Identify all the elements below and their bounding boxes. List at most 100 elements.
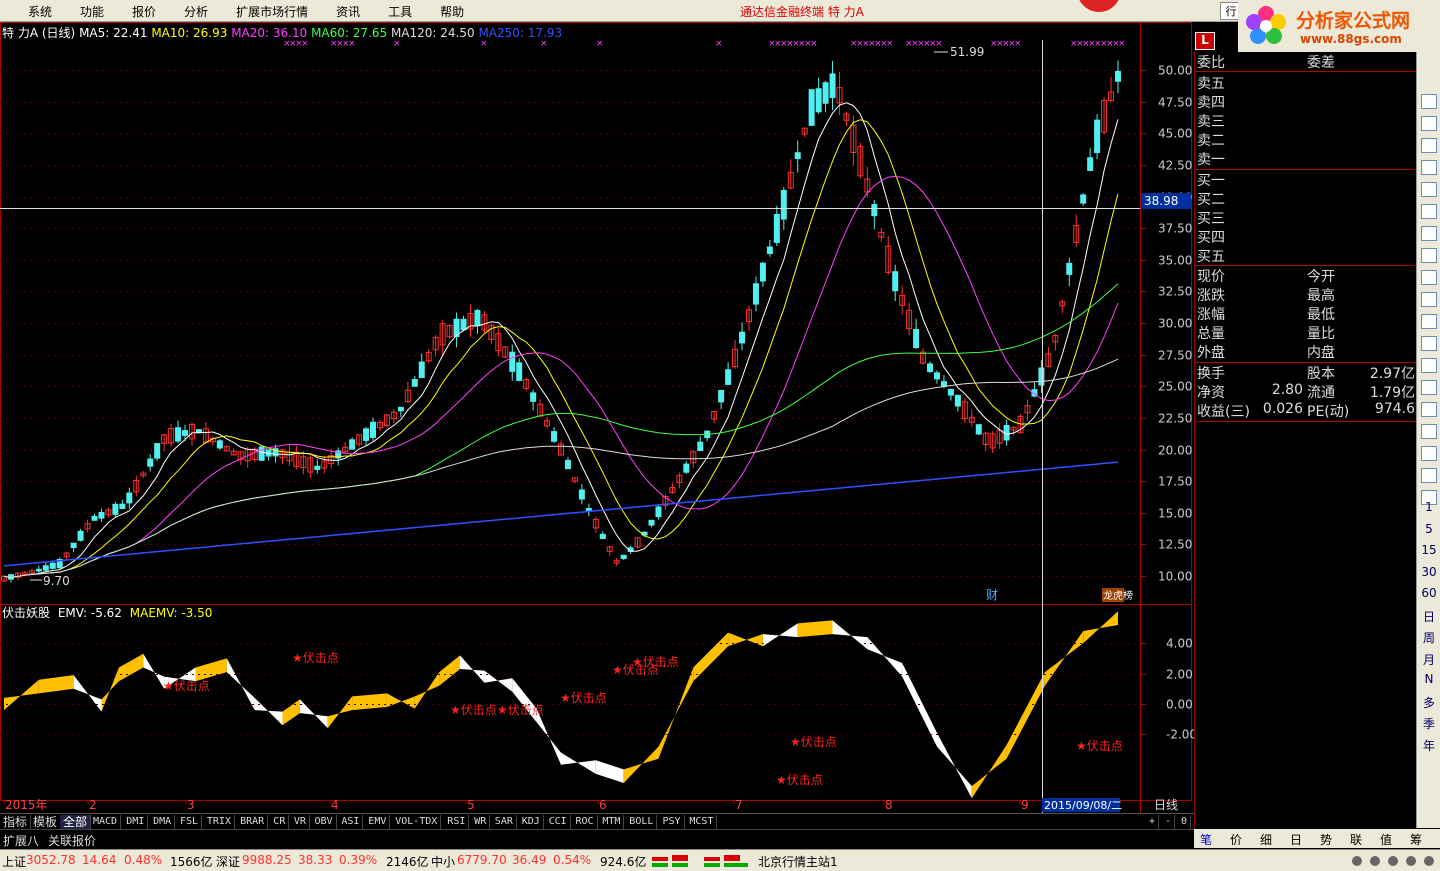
period-button-11[interactable]: 年 [1417, 737, 1440, 754]
ambush-signal: ★伏击点 [1076, 739, 1123, 753]
quote-row: 总量 量比 [1195, 323, 1417, 342]
toolbar-tool-icon[interactable] [1421, 226, 1437, 241]
signal-x-marker: × [810, 39, 818, 49]
menu-function[interactable]: 功能 [80, 3, 104, 20]
period-button-2[interactable]: 15 [1417, 543, 1440, 557]
period-button-4[interactable]: 60 [1417, 586, 1440, 600]
finance-marker[interactable]: 财 [986, 588, 998, 602]
indicator-tab-6[interactable]: FSL [177, 815, 203, 829]
indicator-tab-19[interactable]: CCI [546, 815, 571, 829]
indicator-tab-7[interactable]: TRIX [204, 815, 235, 829]
period-button-6[interactable]: 周 [1417, 629, 1440, 646]
billboard-marker[interactable]: 龙虎榜 [1103, 589, 1133, 602]
toolbar-tool-icon[interactable] [1421, 424, 1437, 439]
main-menu: 系统 功能 报价 分析 扩展市场行情 资讯 工具 帮助 [0, 3, 464, 20]
menu-system[interactable]: 系统 [28, 3, 52, 20]
toolbar-tool-icon[interactable] [1421, 446, 1437, 461]
menu-tools[interactable]: 工具 [388, 3, 412, 20]
detail-tab-1[interactable]: 价 [1230, 831, 1242, 848]
level2-icon[interactable]: L [1195, 32, 1215, 50]
emv-band [658, 667, 694, 759]
indicator-tab-17[interactable]: SAR [492, 815, 517, 829]
period-button-7[interactable]: 月 [1417, 651, 1440, 668]
indicator-tabs: 指标 模板 全部 MACD DMI DMA FSL TRIX BRAR CR VR OBV ASI EMV… [0, 813, 1194, 829]
indicator-tab-0[interactable]: 指标 [0, 815, 32, 829]
period-button-0[interactable]: 1 [1417, 500, 1440, 514]
period-button-1[interactable]: 5 [1417, 522, 1440, 536]
candle-body [216, 440, 223, 449]
indicator-tab-3[interactable]: MACD [90, 815, 122, 829]
period-button-8[interactable]: N [1417, 672, 1440, 686]
emv-axis-label: 2.00 [1166, 668, 1193, 682]
sh-label[interactable]: 上证 [2, 853, 26, 870]
indicator-tab-2[interactable]: 全部 [60, 815, 92, 829]
toolbar-tool-icon[interactable] [1421, 116, 1437, 131]
period-button-5[interactable]: 日 [1417, 608, 1440, 625]
toolbar-tool-icon[interactable] [1421, 314, 1437, 329]
period-button[interactable]: 日线 [1154, 798, 1178, 812]
indicator-tab-13[interactable]: EMV [365, 815, 391, 829]
axis-label: 42.50 [1158, 159, 1192, 173]
indicator-tab-14[interactable]: VOL-TDX [392, 815, 442, 829]
detail-tab-4[interactable]: 势 [1320, 831, 1332, 848]
indicator-tab-5[interactable]: DMA [150, 815, 176, 829]
toolbar-tool-icon[interactable] [1421, 248, 1437, 263]
indicator-tab-11[interactable]: OBV [312, 815, 337, 829]
indicator-tab-21[interactable]: MTM [599, 815, 625, 829]
emv-band [971, 745, 1007, 799]
period-button-3[interactable]: 30 [1417, 565, 1440, 579]
toolbar-tool-icon[interactable] [1421, 138, 1437, 153]
indicator-tab-12[interactable]: ASI [338, 815, 364, 829]
menu-quote[interactable]: 报价 [132, 3, 156, 20]
menu-news[interactable]: 资讯 [336, 3, 360, 20]
detail-tab-2[interactable]: 细 [1260, 831, 1272, 848]
indicator-tab-23[interactable]: PSY [660, 815, 685, 829]
detail-tab-5[interactable]: 联 [1350, 831, 1362, 848]
indicator-tab-1[interactable]: 模板 [30, 815, 62, 829]
tab-related-quote[interactable]: 关联报价 [48, 832, 96, 849]
indicator-tab-16[interactable]: WR [471, 815, 491, 829]
toolbar-tool-icon[interactable] [1421, 380, 1437, 395]
indicator-tab-24[interactable]: MCST [686, 815, 718, 829]
toolbar-tool-icon[interactable] [1421, 402, 1437, 417]
toolbar-tool-icon[interactable] [1421, 468, 1437, 483]
menu-analysis[interactable]: 分析 [184, 3, 208, 20]
indicator-tab-18[interactable]: KDJ [519, 815, 544, 829]
kline-chart[interactable]: 50.00 47.50 45.00 42.50 4 0.00 37.50 35.00 32.50… [0, 22, 1194, 813]
x-axis-label: 5 [467, 798, 475, 812]
menu-help[interactable]: 帮助 [440, 3, 464, 20]
detail-tab-0[interactable]: 笔 [1200, 831, 1212, 848]
toolbar-tool-icon[interactable] [1421, 358, 1437, 373]
x-axis-label: 2015年 [5, 798, 48, 812]
indicator-tab-8[interactable]: BRAR [237, 815, 269, 829]
indicator-tab-4[interactable]: DMI [123, 815, 149, 829]
toolbar-tool-icon[interactable] [1421, 292, 1437, 307]
menu-extended-market[interactable]: 扩展市场行情 [236, 3, 308, 20]
tab-ext8[interactable]: 扩展八 [3, 832, 39, 849]
detail-tab-7[interactable]: 筹 [1410, 831, 1422, 848]
toolbar-tool-icon[interactable] [1421, 182, 1437, 197]
toolbar-tool-icon[interactable] [1421, 160, 1437, 175]
tab-control-1[interactable]: - [1162, 815, 1176, 829]
indicator-tab-15[interactable]: RSI [444, 815, 470, 829]
toolbar-tool-icon[interactable] [1421, 270, 1437, 285]
zx-label[interactable]: 中小 [431, 853, 455, 870]
indicator-tab-22[interactable]: BOLL [626, 815, 658, 829]
toolbar-tool-icon[interactable] [1421, 336, 1437, 351]
indicator-tab-9[interactable]: CR [270, 815, 290, 829]
tab-control-2[interactable]: 0 [1178, 815, 1192, 829]
sz-label[interactable]: 深证 [216, 853, 240, 870]
period-button-10[interactable]: 季 [1417, 715, 1440, 732]
toolbar-tool-icon[interactable] [1421, 94, 1437, 109]
quote-row: 换手 股本 2.97亿 [1195, 363, 1417, 382]
detail-tab-3[interactable]: 日 [1290, 831, 1302, 848]
detail-tab-6[interactable]: 值 [1380, 831, 1392, 848]
indicator-tab-20[interactable]: ROC [573, 815, 598, 829]
server-name[interactable]: 北京行情主站1 [758, 853, 838, 870]
tab-control-0[interactable]: + [1146, 815, 1160, 829]
indicator-tab-10[interactable]: VR [291, 815, 310, 829]
period-button-9[interactable]: 多 [1417, 694, 1440, 711]
close-button[interactable] [1077, 0, 1121, 12]
emv-band [195, 658, 227, 682]
toolbar-tool-icon[interactable] [1421, 204, 1437, 219]
